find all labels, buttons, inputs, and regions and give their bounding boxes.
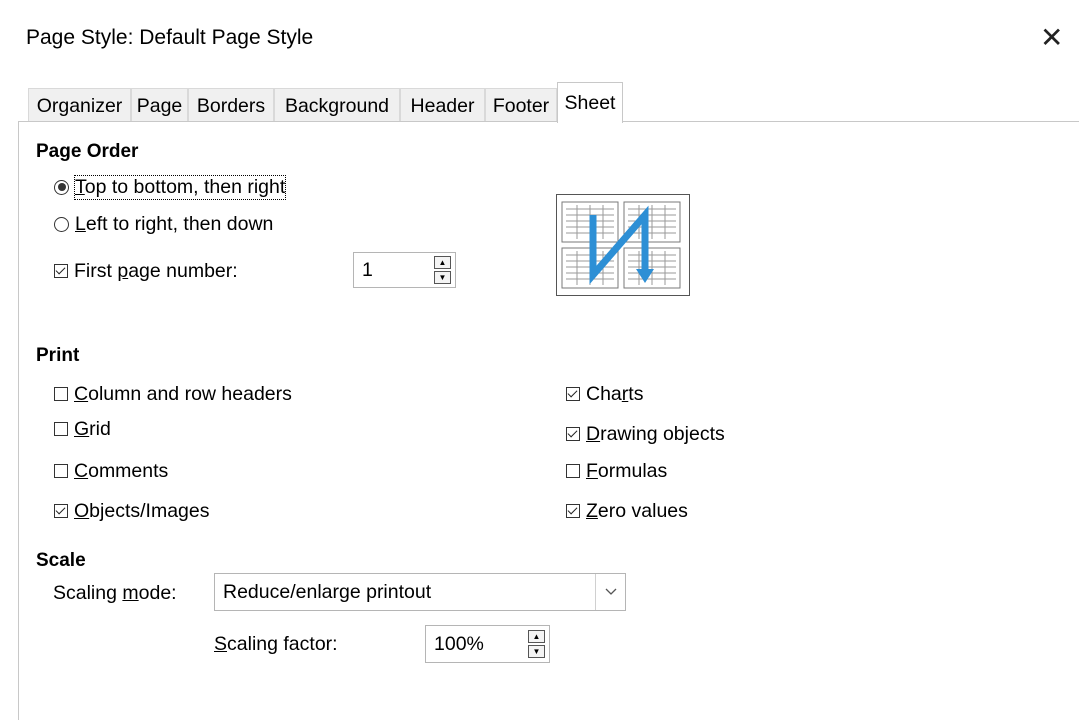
- objects-images-indicator[interactable]: [54, 504, 68, 518]
- tab-page[interactable]: Page: [131, 88, 188, 122]
- first-page-number-spinbox[interactable]: 1 ▲ ▼: [353, 252, 456, 288]
- spin-down-icon[interactable]: ▼: [528, 645, 545, 658]
- comments-label: Comments: [74, 459, 169, 482]
- title-bar: Page Style: Default Page Style ✕: [0, 0, 1079, 84]
- radio-top-to-bottom-indicator[interactable]: [54, 179, 69, 195]
- first-page-number-label: First page number:: [74, 259, 238, 282]
- objects-images-label: Objects/Images: [74, 499, 210, 522]
- formulas-checkbox[interactable]: Formulas: [566, 458, 667, 484]
- grid-checkbox[interactable]: Grid: [54, 416, 111, 442]
- drawing-objects-label: Drawing objects: [586, 422, 725, 445]
- tab-borders[interactable]: Borders: [188, 88, 274, 122]
- radio-top-to-bottom[interactable]: Top to bottom, then right: [54, 174, 287, 200]
- column-row-headers-label: Column and row headers: [74, 382, 292, 405]
- scaling-mode-value: Reduce/enlarge printout: [223, 581, 432, 603]
- comments-indicator[interactable]: [54, 464, 68, 478]
- grid-label: Grid: [74, 417, 111, 440]
- tab-sheet[interactable]: Sheet: [557, 82, 623, 123]
- formulas-indicator[interactable]: [566, 464, 580, 478]
- grid-indicator[interactable]: [54, 422, 68, 436]
- window-title: Page Style: Default Page Style: [26, 26, 314, 49]
- tab-header[interactable]: Header: [400, 88, 485, 122]
- charts-indicator[interactable]: [566, 387, 580, 401]
- zero-values-indicator[interactable]: [566, 504, 580, 518]
- scaling-factor-label: Scaling factor:: [214, 633, 338, 655]
- zero-values-checkbox[interactable]: Zero values: [566, 498, 688, 524]
- charts-label: Charts: [586, 382, 644, 405]
- zero-values-label: Zero values: [586, 499, 688, 522]
- first-page-number-value: 1: [362, 259, 373, 281]
- print-heading: Print: [36, 345, 80, 366]
- formulas-label: Formulas: [586, 459, 668, 482]
- spin-up-icon[interactable]: ▲: [434, 256, 451, 269]
- page-order-heading: Page Order: [36, 141, 139, 162]
- column-row-headers-indicator[interactable]: [54, 387, 68, 401]
- scale-heading: Scale: [36, 550, 86, 571]
- scaling-factor-spinbox[interactable]: 100% ▲ ▼: [425, 625, 550, 663]
- radio-top-to-bottom-label: Top to bottom, then right: [73, 174, 287, 200]
- radio-left-to-right[interactable]: Left to right, then down: [54, 211, 273, 237]
- tab-organizer[interactable]: Organizer: [28, 88, 131, 122]
- drawing-objects-checkbox[interactable]: Drawing objects: [566, 421, 725, 447]
- column-row-headers-checkbox[interactable]: Column and row headers: [54, 381, 292, 407]
- comments-checkbox[interactable]: Comments: [54, 458, 168, 484]
- tab-footer[interactable]: Footer: [485, 88, 557, 122]
- scaling-mode-label: Scaling mode:: [53, 582, 177, 604]
- radio-left-to-right-label: Left to right, then down: [75, 212, 274, 235]
- radio-left-to-right-indicator[interactable]: [54, 216, 69, 232]
- tab-bar: Organizer Page Borders Background Header…: [18, 82, 1079, 123]
- drawing-objects-indicator[interactable]: [566, 427, 580, 441]
- charts-checkbox[interactable]: Charts: [566, 381, 643, 407]
- first-page-number-indicator[interactable]: [54, 264, 68, 278]
- tab-background[interactable]: Background: [274, 88, 400, 122]
- page-order-preview-icon: [556, 194, 690, 296]
- close-icon[interactable]: ✕: [1040, 24, 1063, 52]
- scaling-factor-value: 100%: [434, 633, 484, 655]
- spin-down-icon[interactable]: ▼: [434, 271, 451, 284]
- chevron-down-icon[interactable]: [595, 574, 625, 610]
- spin-up-icon[interactable]: ▲: [528, 630, 545, 643]
- objects-images-checkbox[interactable]: Objects/Images: [54, 498, 209, 524]
- scaling-mode-select[interactable]: Reduce/enlarge printout: [214, 573, 626, 611]
- first-page-number-checkbox[interactable]: First page number:: [54, 258, 238, 284]
